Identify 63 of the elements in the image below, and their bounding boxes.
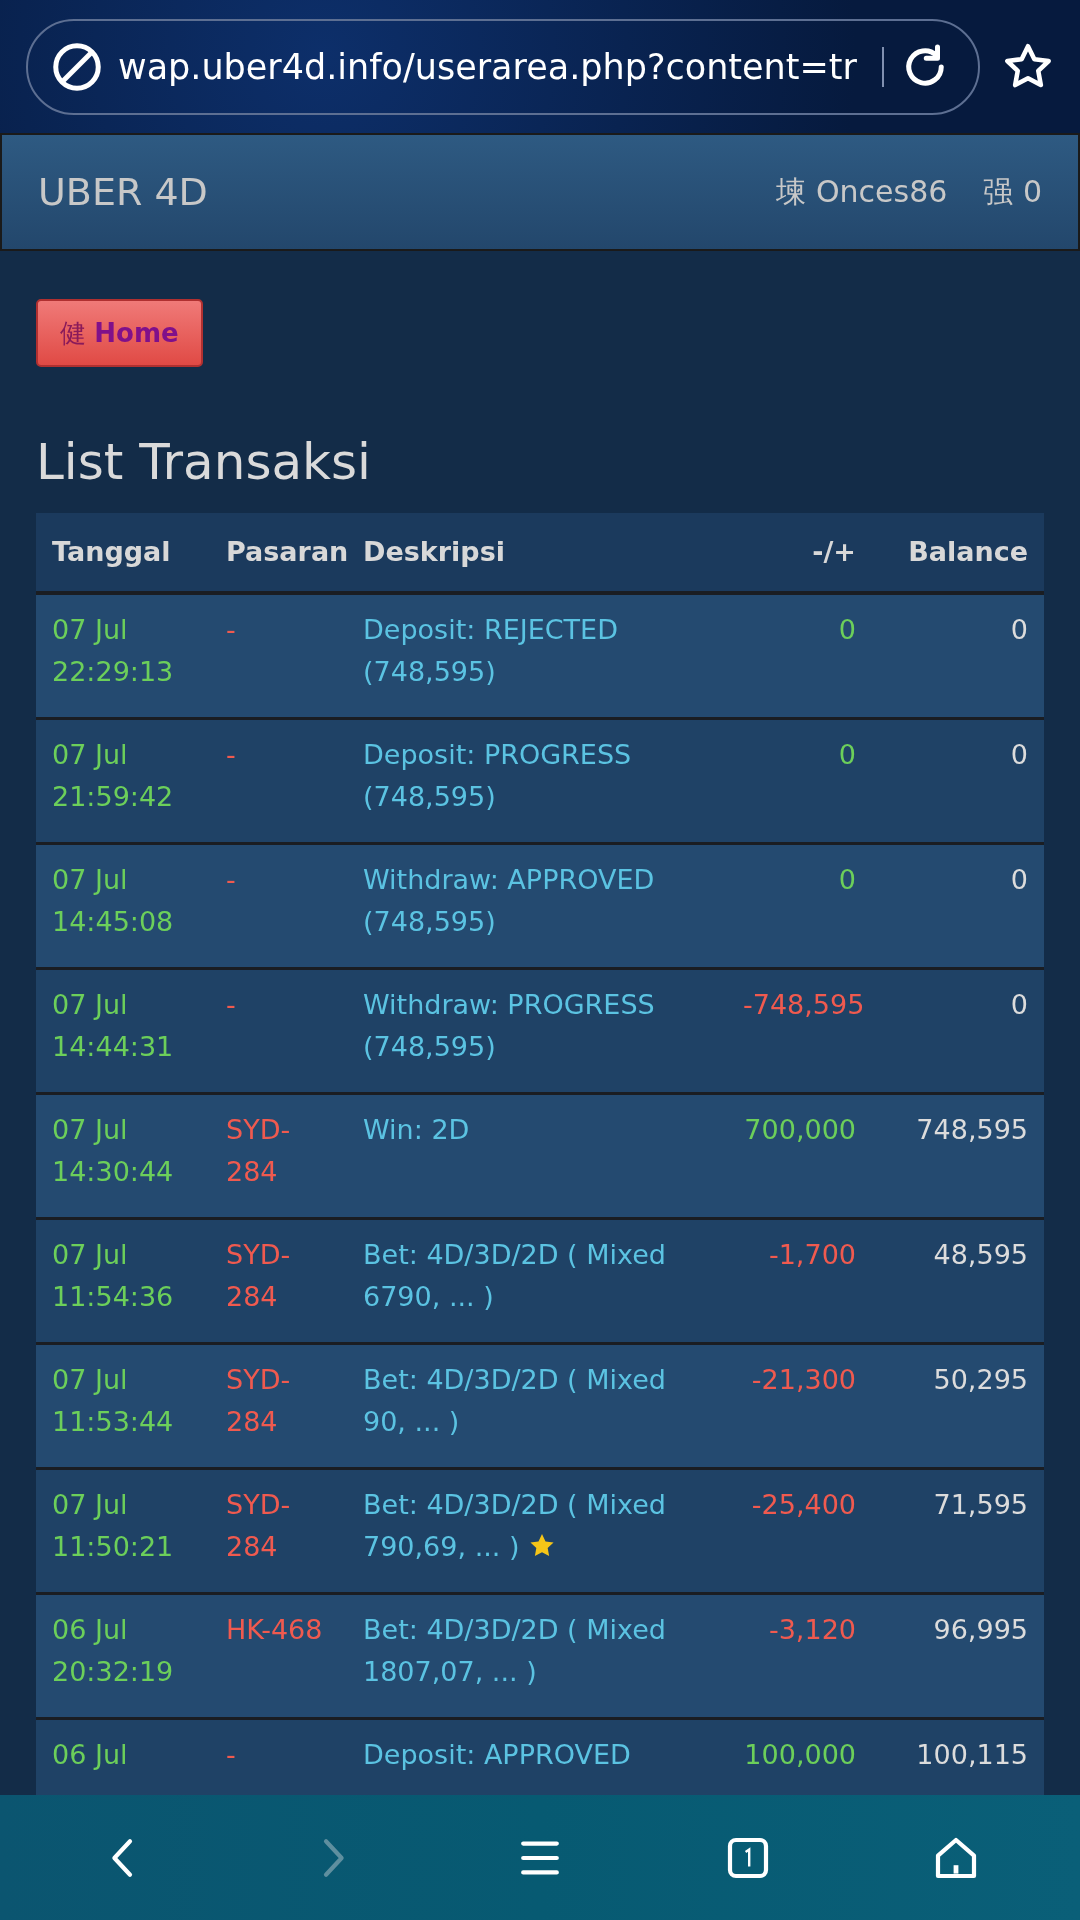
amount-cell: -748,595: [743, 989, 865, 1020]
date-time-cell: 07 Jul 11:54:36: [52, 1239, 174, 1312]
column-header: Deskripsi: [362, 535, 506, 569]
site-brand[interactable]: UBER 4D: [38, 170, 208, 214]
column-header: Tanggal: [51, 535, 172, 569]
home-button[interactable]: 健 Home: [36, 299, 203, 367]
amount-cell: -25,400: [751, 1489, 856, 1520]
market-cell: SYD-284: [226, 1489, 291, 1562]
description-cell: Deposit: APPROVED: [363, 1739, 631, 1770]
address-bar[interactable]: wap.uber4d.info/userarea.php?content=tr: [26, 18, 980, 115]
description-cell: Bet: 4D/3D/2D ( Mixed 1807,07, ... ): [363, 1614, 666, 1687]
market-cell: -: [226, 614, 236, 645]
balance-cell: 50,295: [933, 1364, 1028, 1395]
date-time-cell: 07 Jul 21:59:42: [52, 739, 174, 812]
balance-cell: 0: [1010, 739, 1028, 770]
description-cell: Bet: 4D/3D/2D ( Mixed 6790, ... ): [363, 1239, 666, 1312]
balance-cell: 100,115: [916, 1739, 1028, 1770]
balance-link[interactable]: 强 0: [983, 171, 1042, 213]
date-time-cell: 07 Jul 14:30:44: [52, 1114, 174, 1187]
description-cell: Bet: 4D/3D/2D ( Mixed 90, ... ): [363, 1364, 666, 1437]
ad-block-icon[interactable]: [52, 41, 102, 92]
amount-cell: 100,000: [744, 1739, 856, 1770]
date-time-cell: 07 Jul 14:45:08: [52, 864, 174, 937]
description-cell: Deposit: REJECTED (748,595): [363, 614, 618, 687]
balance-cell: 748,595: [916, 1114, 1028, 1145]
balance-cell: 0: [1010, 614, 1028, 645]
column-header: Balance: [907, 535, 1029, 569]
username-link[interactable]: 堜 Onces86: [776, 171, 948, 213]
description-cell: Deposit: PROGRESS (748,595): [363, 739, 632, 812]
balance-cell: 0: [1010, 989, 1028, 1020]
page-title: List Transaksi: [36, 433, 372, 491]
market-cell: HK-468: [226, 1614, 323, 1645]
market-cell: -: [226, 989, 236, 1020]
description-cell: Withdraw: PROGRESS (748,595): [363, 989, 655, 1062]
column-header: -/+: [811, 535, 857, 569]
amount-cell: -21,300: [751, 1364, 856, 1395]
description-cell: Withdraw: APPROVED (748,595): [363, 864, 655, 937]
date-time-cell: 07 Jul 14:44:31: [52, 989, 174, 1062]
amount-cell: -1,700: [768, 1239, 856, 1270]
date-time-cell: 07 Jul 22:29:13: [52, 614, 174, 687]
market-cell: SYD-284: [226, 1114, 291, 1187]
market-cell: -: [226, 1739, 236, 1770]
date-time-cell: 06 Jul: [52, 1739, 128, 1770]
amount-cell: -3,120: [768, 1614, 856, 1645]
description-cell: Win: 2D: [363, 1114, 470, 1145]
amount-cell: 0: [838, 739, 856, 770]
column-header: Pasaran: [225, 535, 347, 569]
balance-cell: 48,595: [933, 1239, 1028, 1270]
balance-cell: 0: [1010, 864, 1028, 895]
market-cell: -: [226, 864, 236, 895]
url-text: wap.uber4d.info/userarea.php?content=tr: [118, 46, 858, 87]
amount-cell: 0: [838, 614, 856, 645]
market-cell: SYD-284: [226, 1239, 291, 1312]
description-cell: Bet: 4D/3D/2D ( Mixed 790,69, ... ): [363, 1489, 666, 1562]
balance-cell: 96,995: [933, 1614, 1028, 1645]
amount-cell: 0: [838, 864, 856, 895]
balance-cell: 71,595: [933, 1489, 1028, 1520]
market-cell: SYD-284: [226, 1364, 291, 1437]
amount-cell: 700,000: [744, 1114, 856, 1145]
date-time-cell: 06 Jul 20:32:19: [52, 1614, 174, 1687]
date-time-cell: 07 Jul 11:50:21: [52, 1489, 174, 1562]
market-cell: -: [226, 739, 236, 770]
date-time-cell: 07 Jul 11:53:44: [52, 1364, 174, 1437]
